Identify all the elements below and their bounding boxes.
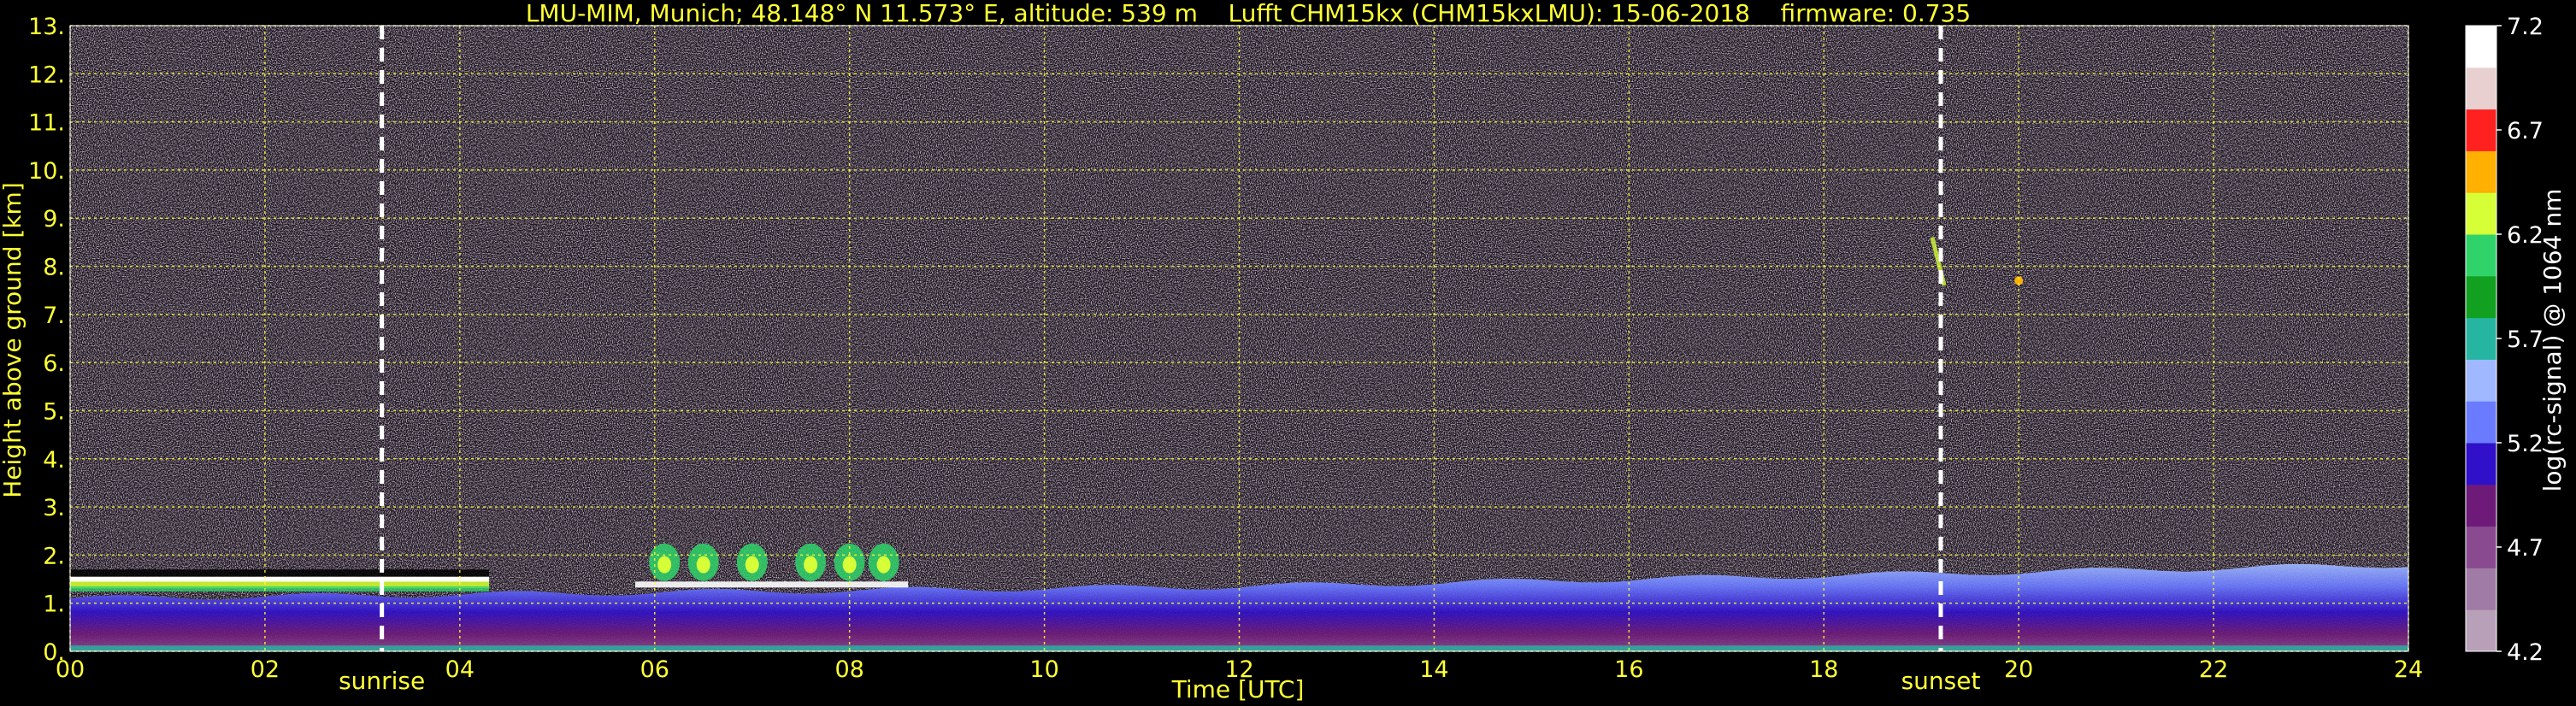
colorbar-swatch xyxy=(2466,609,2496,652)
colorbar-tick-label: 6.7 xyxy=(2507,118,2544,144)
colorbar-tick-label: 7.2 xyxy=(2507,14,2544,40)
colorbar-swatch xyxy=(2466,67,2496,110)
colorbar-swatch xyxy=(2466,275,2496,319)
colorbar-tick-label: 4.2 xyxy=(2507,639,2544,666)
colorbar-swatch xyxy=(2466,234,2496,277)
colorbar-swatch xyxy=(2466,359,2496,402)
colorbar-tick-label: 4.7 xyxy=(2507,535,2544,562)
colorbar: 4.24.75.25.76.26.77.2 log(rc-signal) @ 1… xyxy=(2465,14,2567,666)
colorbar-swatch xyxy=(2466,150,2496,193)
colorbar-swatch xyxy=(2466,109,2496,151)
colorbar-swatch xyxy=(2466,526,2496,568)
colorbar-swatch xyxy=(2466,401,2496,444)
colorbar-scale: 4.24.75.25.76.26.77.2 xyxy=(2465,14,2544,666)
colorbar-swatch xyxy=(2466,192,2496,235)
colorbar-swatch xyxy=(2466,443,2496,485)
colorbar-swatch xyxy=(2466,484,2496,527)
colorbar-label: log(rc-signal) @ 1064 nm xyxy=(2538,189,2567,492)
colorbar-swatch xyxy=(2466,568,2496,610)
colorbar-swatch xyxy=(2466,317,2496,360)
colorbar-swatch xyxy=(2466,26,2496,68)
